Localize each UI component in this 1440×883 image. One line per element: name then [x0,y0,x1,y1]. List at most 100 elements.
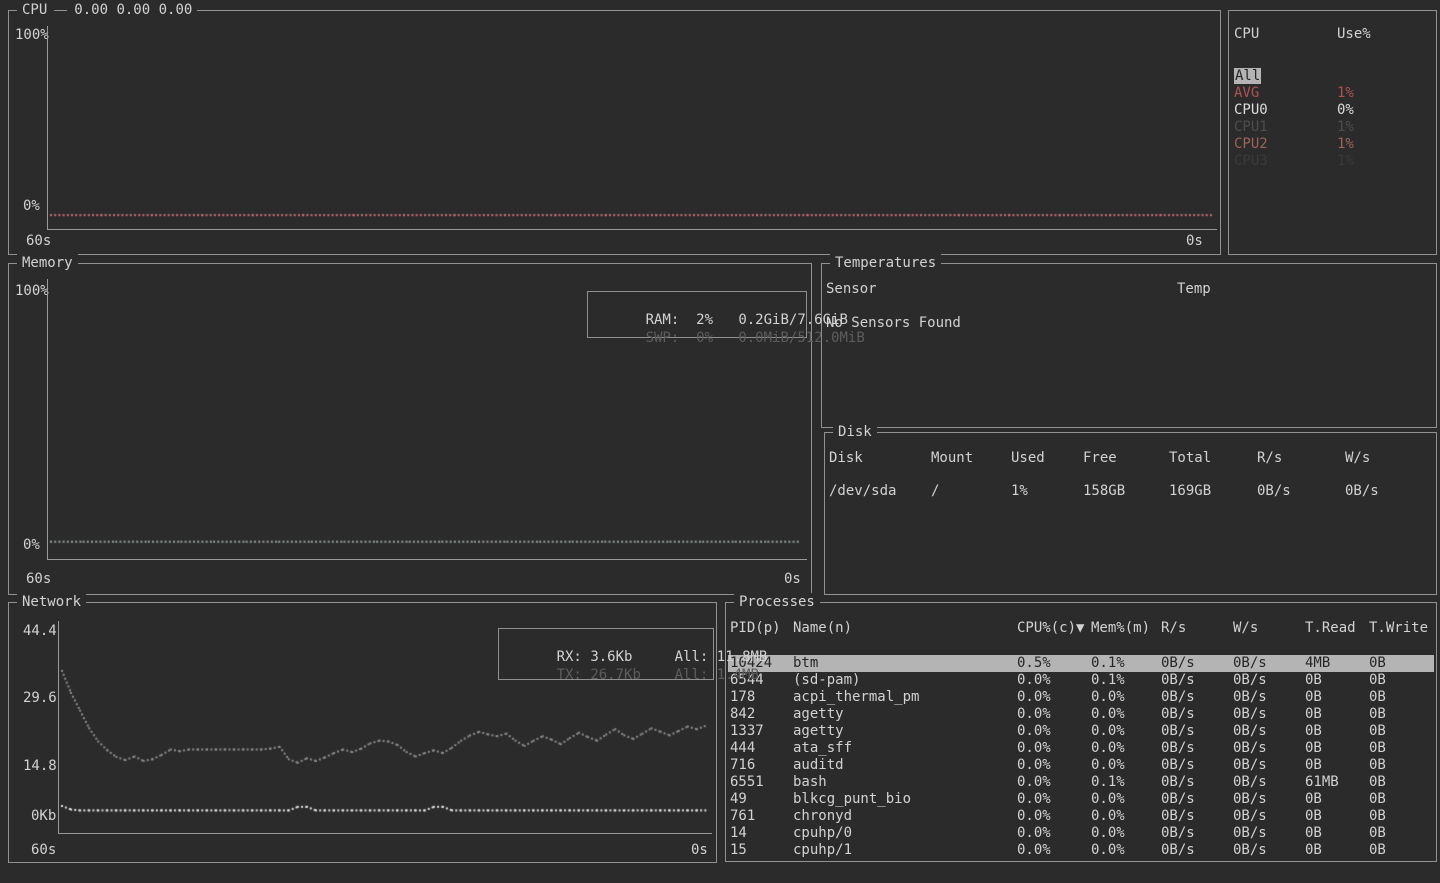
network-ytick-0: 0Kb [31,808,56,824]
cpu-legend-col-use: Use% [1337,26,1371,42]
process-cell: 0B [1305,808,1322,824]
process-row-cpuhp/0[interactable]: 14cpuhp/00.0%0.0%0B/s0B/s0B0B [728,825,1434,842]
process-cell: 0B [1305,706,1322,722]
process-cell: 0B/s [1233,706,1267,722]
ram-detail: 0.2GiB/7.6GiB [738,312,848,328]
process-cell: blkcg_punt_bio [793,791,911,807]
process-cell: 0B/s [1233,689,1267,705]
cpu-legend-row-cpu2[interactable]: CPU21% [1229,136,1436,153]
temperatures-panel[interactable]: Temperatures Sensor Temp No Sensors Foun… [821,263,1437,428]
process-cell: 0.0% [1017,757,1051,773]
process-cell: 6551 [730,774,764,790]
process-row-agetty[interactable]: 1337agetty0.0%0.0%0B/s0B/s0B0B [728,723,1434,740]
process-cell: 0.0% [1091,740,1125,756]
cpu-chart-panel[interactable]: CPU 0.00 0.00 0.00 100% 0% 60s 0s [8,10,1221,255]
process-cell: 1337 [730,723,764,739]
process-cell: 0B/s [1233,842,1267,858]
cpu-legend-row-cpu0[interactable]: CPU00% [1229,102,1436,119]
cpu-legend-row-cpu3[interactable]: CPU31% [1229,153,1436,170]
process-cell: 0B/s [1161,825,1195,841]
network-xtick-0s: 0s [691,842,708,858]
process-row-ata_sff[interactable]: 444ata_sff0.0%0.0%0B/s0B/s0B0B [728,740,1434,757]
processes-col-3[interactable]: Mem%(m) [1091,620,1150,636]
processes-panel-title-label: Processes [739,594,815,610]
process-row-cpuhp/1[interactable]: 15cpuhp/10.0%0.0%0B/s0B/s0B0B [728,842,1434,859]
processes-col-1[interactable]: Name(n) [793,620,852,636]
process-row-acpi_thermal_pm[interactable]: 178acpi_thermal_pm0.0%0.0%0B/s0B/s0B0B [728,689,1434,706]
tx-value: 26.7Kb [590,667,641,683]
process-cell: 0B [1369,672,1386,688]
disk-row-/dev/sda[interactable]: /dev/sda/1%158GB169GB0B/s0B/s [827,483,1434,500]
process-cell: 0B [1369,825,1386,841]
process-row-bash[interactable]: 6551bash0.0%0.1%0B/s0B/s61MB0B [728,774,1434,791]
cpu-legend-col-cpu: CPU [1234,26,1259,42]
cpu-legend-label: CPU3 [1234,153,1268,169]
memory-ytick-100: 100% [15,283,49,299]
network-panel[interactable]: Network 44.4 29.6 14.8 0Kb RX: 3.6Kb All… [8,602,717,863]
rx-value: 3.6Kb [590,649,632,665]
process-cell: 0B [1369,791,1386,807]
spacer [679,312,696,328]
memory-xtick-0s: 0s [784,571,801,587]
processes-panel[interactable]: Processes PID(p)Name(n)CPU%(c)▼Mem%(m)R/… [725,602,1437,862]
disk-cell: 169GB [1169,483,1211,499]
process-cell: 0B/s [1161,808,1195,824]
process-cell: ata_sff [793,740,852,756]
process-cell: 14 [730,825,747,841]
cpu-panel-title-label: CPU [22,2,47,18]
title-dash [54,10,67,11]
processes-col-2[interactable]: CPU%(c)▼ [1017,620,1084,636]
process-cell: 0B/s [1233,740,1267,756]
processes-panel-title: Processes [734,593,820,611]
disk-panel[interactable]: Disk DiskMountUsedFreeTotalR/sW/s /dev/s… [824,432,1437,595]
process-cell: 0.0% [1017,774,1051,790]
process-cell: 61MB [1305,774,1339,790]
process-cell: 0B/s [1233,808,1267,824]
process-cell: 4MB [1305,655,1330,671]
cpu-chart-plot [47,26,1217,230]
processes-col-5[interactable]: W/s [1233,620,1258,636]
process-cell: 0B/s [1161,672,1195,688]
disk-panel-title: Disk [833,423,877,441]
process-row-agetty[interactable]: 842agetty0.0%0.0%0B/s0B/s0B0B [728,706,1434,723]
network-xtick-60s: 60s [31,842,56,858]
tx-all-label: All: [675,667,709,683]
process-row-(sd-pam)[interactable]: 6544(sd-pam)0.0%0.1%0B/s0B/s0B0B [728,672,1434,689]
rx-label: RX: [557,649,582,665]
memory-panel[interactable]: Memory 100% 0% RAM: 2% 0.2GiB/7.6GiB SWP… [8,263,812,595]
process-cell: 0B/s [1161,655,1195,671]
cpu-legend-panel[interactable]: CPU Use% AllAVG1%CPU00%CPU11%CPU21%CPU31… [1228,10,1437,255]
spacer [708,667,716,683]
process-row-blkcg_punt_bio[interactable]: 49blkcg_punt_bio0.0%0.0%0B/s0B/s0B0B [728,791,1434,808]
process-cell: auditd [793,757,844,773]
temps-col-sensor: Sensor [826,281,877,297]
process-cell: 0.1% [1091,655,1125,671]
processes-col-7[interactable]: T.Write [1369,620,1428,636]
process-cell: 0B [1369,808,1386,824]
process-cell: 0B [1305,672,1322,688]
network-ytick-44: 44.4 [23,623,57,639]
temperatures-panel-title: Temperatures [830,254,941,272]
processes-col-0[interactable]: PID(p) [730,620,781,636]
process-row-chronyd[interactable]: 761chronyd0.0%0.0%0B/s0B/s0B0B [728,808,1434,825]
process-cell: 0B [1369,774,1386,790]
processes-col-6[interactable]: T.Read [1305,620,1356,636]
cpu-xtick-60s: 60s [26,233,51,249]
process-cell: chronyd [793,808,852,824]
process-cell: 0B/s [1161,689,1195,705]
disk-col-2: Used [1011,450,1045,466]
memory-legend-ram-row: RAM: 2% 0.2GiB/7.6GiB [595,296,806,314]
temperatures-panel-title-label: Temperatures [835,255,936,271]
disk-panel-title-label: Disk [838,424,872,440]
processes-col-4[interactable]: R/s [1161,620,1186,636]
disk-cell: 0B/s [1345,483,1379,499]
process-row-auditd[interactable]: 716auditd0.0%0.0%0B/s0B/s0B0B [728,757,1434,774]
cpu-legend-row-avg[interactable]: AVG1% [1229,85,1436,102]
process-row-btm[interactable]: 10424btm0.5%0.1%0B/s0B/s4MB0B [728,655,1434,672]
process-cell: 178 [730,689,755,705]
cpu-legend-row-cpu1[interactable]: CPU11% [1229,119,1436,136]
cpu-xtick-0s: 0s [1186,233,1203,249]
cpu-legend-row-all[interactable]: All [1229,68,1436,85]
process-cell: 0.0% [1091,808,1125,824]
memory-xtick-60s: 60s [26,571,51,587]
